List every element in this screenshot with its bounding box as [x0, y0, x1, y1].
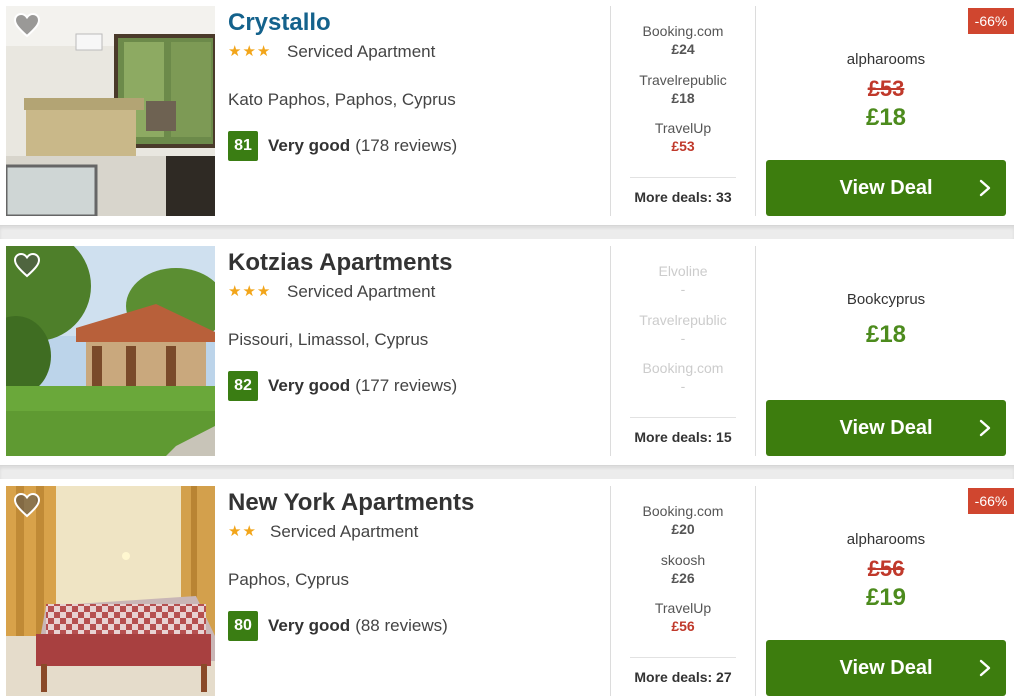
deal-price: £24 — [671, 41, 695, 57]
deal-item[interactable]: Booking.com £24 — [630, 22, 736, 71]
hotel-card: Kotzias Apartments ★★★ Serviced Apartmen… — [0, 240, 1014, 460]
column-divider — [610, 246, 611, 456]
rating-label: Very good — [268, 616, 351, 635]
rating-row: 82 Very good (177 reviews) — [228, 371, 457, 401]
deal-price: £18 — [671, 89, 695, 106]
best-deal-provider: alpharooms — [846, 531, 926, 548]
divider — [630, 417, 736, 418]
more-deals-link[interactable]: More deals: 15 — [630, 429, 736, 445]
other-deals-list: Elvoline - Travelrepublic - Booking.com … — [630, 262, 736, 408]
review-count: (177 reviews) — [355, 376, 458, 395]
other-deals-list: Booking.com £24 Travelrepublic £18 Trave… — [630, 22, 736, 168]
deal-item[interactable]: TravelUp £53 — [630, 119, 736, 168]
column-divider — [610, 6, 611, 216]
other-deals-list: Booking.com £20 skoosh £26 TravelUp £56 — [630, 502, 736, 648]
hotel-name-link[interactable]: New York Apartments — [228, 489, 474, 517]
property-type: Serviced Apartment — [287, 42, 436, 61]
hotel-photo[interactable] — [6, 246, 215, 456]
favorite-heart-icon[interactable] — [13, 492, 41, 518]
rating-score-badge: 81 — [228, 131, 258, 161]
deal-provider: Booking.com — [642, 360, 724, 376]
rating-label: Very good — [268, 136, 351, 155]
deal-price: - — [680, 281, 686, 297]
view-deal-button[interactable]: View Deal — [766, 400, 1006, 456]
hotel-card: Crystallo ★★★ Serviced Apartment Kato Pa… — [0, 0, 1014, 220]
view-deal-label: View Deal — [839, 177, 933, 199]
star-rating-icon: ★★ — [228, 523, 257, 540]
hotel-photo[interactable] — [6, 6, 215, 216]
deal-item: Elvoline - — [630, 262, 736, 311]
original-price-value: £53 — [867, 76, 905, 101]
deal-item[interactable]: skoosh £26 — [630, 551, 736, 600]
favorite-heart-icon[interactable] — [13, 252, 41, 278]
rating-label: Very good — [268, 376, 351, 395]
best-deal-provider: alpharooms — [846, 51, 926, 68]
hotel-location: Pissouri, Limassol, Cyprus — [228, 330, 429, 349]
best-price: £18 — [865, 104, 907, 131]
chevron-right-icon — [979, 419, 991, 437]
card-separator — [0, 465, 1014, 479]
deal-provider: Travelrepublic — [639, 311, 727, 328]
property-type: Serviced Apartment — [270, 522, 419, 541]
property-type: Serviced Apartment — [287, 282, 436, 301]
review-count: (88 reviews) — [355, 616, 448, 635]
original-price: £53 — [766, 76, 1006, 102]
column-divider — [755, 486, 756, 696]
rating-score-badge: 82 — [228, 371, 258, 401]
hotel-name-link[interactable]: Crystallo — [228, 9, 331, 37]
deal-item: Booking.com - — [630, 359, 736, 408]
view-deal-label: View Deal — [839, 417, 933, 439]
best-deal-provider: Bookcyprus — [846, 291, 926, 308]
deal-price: - — [680, 378, 686, 394]
card-separator — [0, 225, 1014, 239]
divider — [630, 177, 736, 178]
chevron-right-icon — [979, 179, 991, 197]
view-deal-label: View Deal — [839, 657, 933, 679]
deal-item[interactable]: Booking.com £20 — [630, 502, 736, 551]
deal-price: £56 — [671, 618, 695, 634]
hotel-location: Paphos, Cyprus — [228, 570, 349, 589]
deal-provider: Booking.com — [642, 503, 724, 519]
deal-item[interactable]: Travelrepublic £18 — [630, 71, 736, 120]
deal-item: Travelrepublic - — [630, 311, 736, 360]
deal-provider: Travelrepublic — [639, 71, 727, 88]
deal-price: - — [680, 329, 686, 346]
column-divider — [755, 6, 756, 216]
divider — [630, 657, 736, 658]
original-price-value: £56 — [867, 556, 905, 581]
hotel-card: New York Apartments ★★ Serviced Apartmen… — [0, 480, 1014, 700]
deal-price: £53 — [671, 138, 695, 154]
favorite-heart-icon[interactable] — [13, 12, 41, 38]
hotel-name-link[interactable]: Kotzias Apartments — [228, 249, 452, 277]
deal-provider: Booking.com — [642, 23, 724, 39]
more-deals-link[interactable]: More deals: 33 — [630, 189, 736, 205]
rating-score-badge: 80 — [228, 611, 258, 641]
deal-item[interactable]: TravelUp £56 — [630, 599, 736, 648]
deal-provider: TravelUp — [654, 600, 712, 616]
rating-row: 81 Very good (178 reviews) — [228, 131, 457, 161]
chevron-right-icon — [979, 659, 991, 677]
hotel-location: Kato Paphos, Paphos, Cyprus — [228, 90, 456, 109]
more-deals-link[interactable]: More deals: 27 — [630, 669, 736, 685]
deal-price: £26 — [671, 569, 695, 586]
discount-badge: -66% — [968, 488, 1014, 514]
view-deal-button[interactable]: View Deal — [766, 640, 1006, 696]
column-divider — [610, 486, 611, 696]
best-price: £18 — [865, 321, 907, 348]
best-price: £19 — [865, 584, 907, 611]
discount-badge: -66% — [968, 8, 1014, 34]
column-divider — [755, 246, 756, 456]
star-rating-icon: ★★★ — [228, 43, 272, 60]
deal-provider: TravelUp — [654, 120, 712, 136]
hotel-photo[interactable] — [6, 486, 215, 696]
deal-price: £20 — [671, 521, 695, 537]
star-rating-icon: ★★★ — [228, 283, 272, 300]
rating-row: 80 Very good (88 reviews) — [228, 611, 448, 641]
deal-provider: Elvoline — [658, 263, 708, 279]
view-deal-button[interactable]: View Deal — [766, 160, 1006, 216]
deal-provider: skoosh — [660, 551, 706, 568]
review-count: (178 reviews) — [355, 136, 458, 155]
original-price: £56 — [766, 556, 1006, 582]
